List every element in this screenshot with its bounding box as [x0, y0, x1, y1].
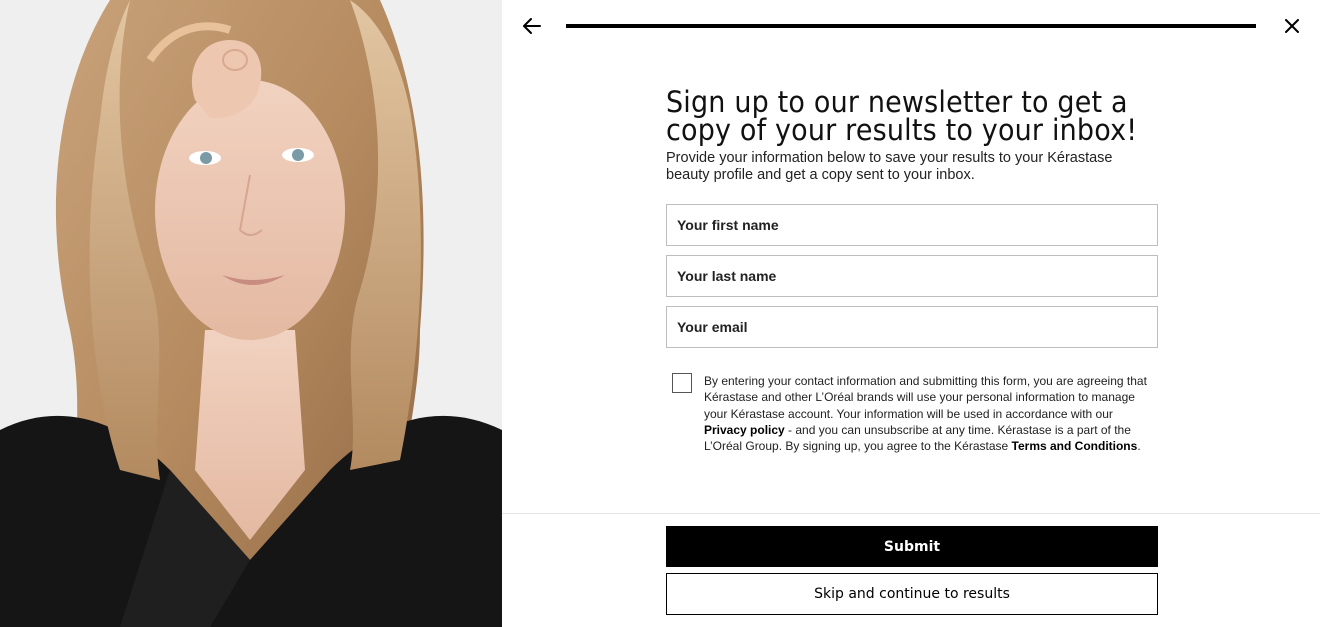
last-name-field[interactable] — [666, 255, 1158, 297]
consent-checkbox[interactable] — [672, 373, 692, 393]
consent-text-part-3: . — [1137, 439, 1141, 454]
footer-divider — [502, 513, 1320, 514]
last-name-input[interactable] — [667, 256, 1157, 296]
email-field[interactable] — [666, 306, 1158, 348]
close-icon — [1285, 19, 1299, 33]
consent-row: By entering your contact information and… — [666, 373, 1158, 454]
arrow-left-icon — [523, 18, 541, 34]
progress-bar-fill — [566, 24, 1256, 28]
signup-panel: Sign up to our newsletter to get a copy … — [502, 0, 1320, 627]
form-subtitle: Provide your information below to save y… — [666, 150, 1113, 183]
close-button[interactable] — [1278, 12, 1306, 40]
submit-button[interactable]: Submit — [666, 526, 1158, 567]
back-button[interactable] — [518, 12, 546, 40]
portrait-illustration — [0, 0, 502, 627]
email-input[interactable] — [667, 307, 1157, 347]
privacy-policy-link[interactable]: Privacy policy — [704, 423, 785, 437]
form-title: Sign up to our newsletter to get a copy … — [666, 85, 1138, 147]
first-name-input[interactable] — [667, 205, 1157, 245]
hero-photo — [0, 0, 502, 627]
terms-and-conditions-link[interactable]: Terms and Conditions — [1012, 439, 1138, 453]
consent-text-part-1: By entering your contact information and… — [704, 374, 1147, 421]
progress-bar — [566, 24, 1256, 28]
consent-text: By entering your contact information and… — [704, 373, 1154, 454]
signup-form: Sign up to our newsletter to get a copy … — [666, 88, 1158, 454]
first-name-field[interactable] — [666, 204, 1158, 246]
skip-button[interactable]: Skip and continue to results — [666, 573, 1158, 615]
